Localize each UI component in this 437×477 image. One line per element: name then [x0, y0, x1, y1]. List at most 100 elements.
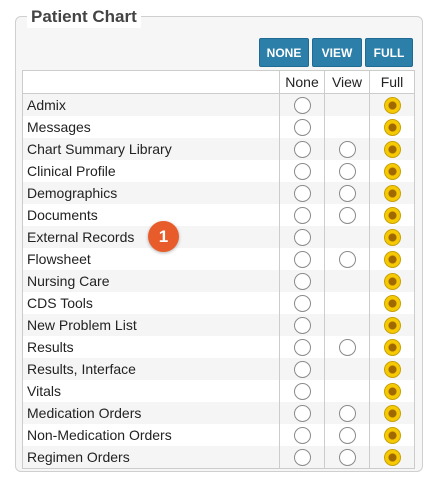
- column-header-full: Full: [369, 70, 415, 94]
- cell-view: [324, 160, 370, 182]
- cell-view: [324, 292, 370, 314]
- cell-full: [369, 248, 415, 270]
- table-row: Regimen Orders: [22, 446, 415, 469]
- radio-none[interactable]: [293, 118, 311, 136]
- radio-none[interactable]: [293, 96, 311, 114]
- cell-view: [324, 93, 370, 116]
- row-label: Vitals: [27, 383, 61, 399]
- permissions-table: None View Full Admix Messages Chart Summar…: [22, 70, 415, 469]
- cell-view: [324, 446, 370, 469]
- radio-none[interactable]: [293, 382, 311, 400]
- cell-view: [324, 226, 370, 248]
- row-label: Clinical Profile: [27, 163, 116, 179]
- cell-view: [324, 182, 370, 204]
- radio-full[interactable]: [383, 382, 401, 400]
- cell-none: [279, 248, 325, 270]
- row-label: Admix: [22, 93, 280, 116]
- radio-none[interactable]: [293, 360, 311, 378]
- table-row: External Records: [22, 226, 415, 248]
- radio-full[interactable]: [383, 228, 401, 246]
- cell-none: [279, 292, 325, 314]
- cell-full: [369, 446, 415, 469]
- cell-full: [369, 402, 415, 424]
- cell-full: [369, 292, 415, 314]
- table-row: Admix: [22, 93, 415, 116]
- select-full-button[interactable]: FULL: [365, 38, 413, 67]
- radio-full[interactable]: [383, 96, 401, 114]
- radio-view[interactable]: [338, 184, 356, 202]
- table-row: Messages: [23, 116, 415, 138]
- radio-full[interactable]: [383, 140, 401, 158]
- radio-view[interactable]: [338, 250, 356, 268]
- cell-none: [279, 424, 325, 446]
- table-row: Chart Summary Library: [22, 138, 415, 160]
- radio-none[interactable]: [293, 272, 311, 290]
- table-row: CDS Tools: [23, 292, 415, 314]
- cell-view: [324, 138, 370, 160]
- radio-full[interactable]: [383, 162, 401, 180]
- radio-full[interactable]: [383, 294, 401, 312]
- radio-view[interactable]: [338, 404, 356, 422]
- radio-none[interactable]: [293, 404, 311, 422]
- table-row: Results: [23, 336, 415, 358]
- radio-none[interactable]: [293, 294, 311, 312]
- row-label: Nursing Care: [22, 270, 280, 292]
- radio-full[interactable]: [383, 184, 401, 202]
- radio-none[interactable]: [293, 228, 311, 246]
- cell-full: [369, 138, 415, 160]
- cell-full: [369, 424, 415, 446]
- radio-full[interactable]: [383, 338, 401, 356]
- cell-full: [369, 314, 415, 336]
- cell-view: [324, 424, 370, 446]
- radio-none[interactable]: [293, 162, 311, 180]
- cell-none: [279, 336, 325, 358]
- cell-none: [279, 116, 325, 138]
- cell-none: [279, 314, 325, 336]
- radio-full[interactable]: [383, 206, 401, 224]
- row-label: Chart Summary Library: [22, 138, 280, 160]
- radio-full[interactable]: [383, 426, 401, 444]
- radio-full[interactable]: [383, 360, 401, 378]
- radio-view[interactable]: [338, 338, 356, 356]
- cell-none: [279, 182, 325, 204]
- cell-view: [324, 402, 370, 424]
- radio-full[interactable]: [383, 316, 401, 334]
- row-label: CDS Tools: [27, 295, 93, 311]
- radio-full[interactable]: [383, 272, 401, 290]
- radio-none[interactable]: [293, 184, 311, 202]
- radio-view[interactable]: [338, 426, 356, 444]
- column-header-view: View: [324, 70, 370, 94]
- radio-view[interactable]: [338, 206, 356, 224]
- cell-none: [279, 160, 325, 182]
- cell-none: [279, 402, 325, 424]
- cell-full: [369, 380, 415, 402]
- cell-view: [324, 336, 370, 358]
- radio-view[interactable]: [338, 448, 356, 466]
- cell-view: [324, 204, 370, 226]
- radio-view[interactable]: [338, 162, 356, 180]
- radio-none[interactable]: [293, 206, 311, 224]
- row-label: Demographics: [22, 182, 280, 204]
- radio-none[interactable]: [293, 316, 311, 334]
- row-label: Non-Medication Orders: [27, 427, 172, 443]
- radio-view[interactable]: [338, 140, 356, 158]
- label-column-header: [22, 70, 280, 94]
- select-none-button[interactable]: NONE: [259, 38, 309, 67]
- radio-none[interactable]: [293, 338, 311, 356]
- radio-full[interactable]: [383, 404, 401, 422]
- cell-none: [279, 446, 325, 469]
- radio-none[interactable]: [293, 250, 311, 268]
- radio-none[interactable]: [293, 140, 311, 158]
- cell-none: [279, 226, 325, 248]
- panel-title: Patient Chart: [27, 6, 141, 28]
- select-view-button[interactable]: VIEW: [312, 38, 362, 67]
- cell-view: [324, 248, 370, 270]
- radio-none[interactable]: [293, 426, 311, 444]
- cell-none: [279, 270, 325, 292]
- radio-full[interactable]: [383, 118, 401, 136]
- table-row: New Problem List: [22, 314, 415, 336]
- cell-full: [369, 116, 415, 138]
- radio-full[interactable]: [383, 448, 401, 466]
- radio-none[interactable]: [293, 448, 311, 466]
- radio-full[interactable]: [383, 250, 401, 268]
